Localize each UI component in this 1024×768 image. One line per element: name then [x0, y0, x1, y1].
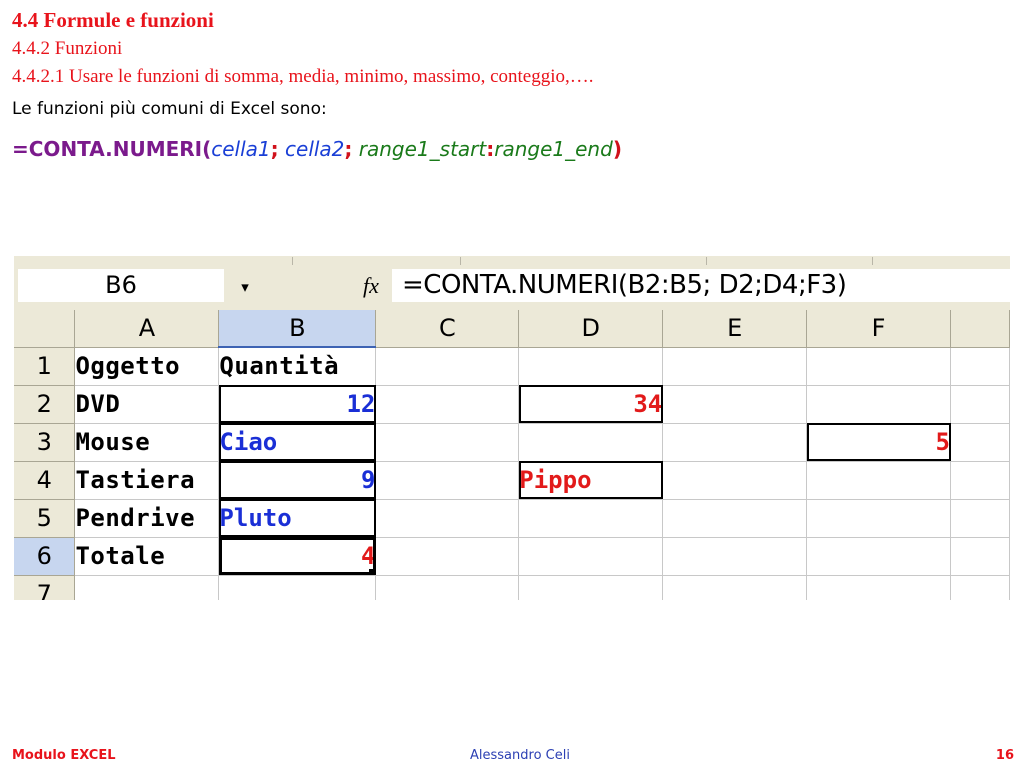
formula-syntax: =CONTA.NUMERI(cella1; cella2; range1_sta…: [12, 137, 622, 161]
cell-e6[interactable]: [662, 537, 808, 576]
cell-c2[interactable]: [375, 385, 520, 424]
cell-g4[interactable]: [950, 461, 1010, 500]
cell-a7[interactable]: [74, 575, 220, 600]
formula-separator: ;: [270, 137, 279, 161]
row-header-1[interactable]: 1: [14, 347, 76, 386]
cell-c4[interactable]: [375, 461, 520, 500]
toolbar-divider: [292, 257, 293, 265]
name-box[interactable]: B6: [18, 269, 224, 302]
cell-g2[interactable]: [950, 385, 1010, 424]
column-header-a[interactable]: A: [74, 310, 220, 348]
cell-f7[interactable]: [806, 575, 951, 600]
formula-input[interactable]: =CONTA.NUMERI(B2:B5; D2;D4;F3): [392, 269, 1010, 302]
row-header-5[interactable]: 5: [14, 499, 76, 538]
formula-arg-cella2: cella2: [285, 137, 345, 161]
cell-b6-value: 4: [360, 542, 376, 570]
cell-f1[interactable]: [806, 347, 951, 386]
cell-d7[interactable]: [518, 575, 664, 600]
cell-b1[interactable]: Quantità: [218, 347, 377, 386]
cell-c5[interactable]: [375, 499, 520, 538]
select-all-corner[interactable]: [14, 310, 76, 348]
row-header-3[interactable]: 3: [14, 423, 76, 462]
slide-heading-3: 4.4.2.1 Usare le funzioni di somma, medi…: [12, 66, 594, 87]
cell-g6[interactable]: [950, 537, 1010, 576]
cell-e4[interactable]: [662, 461, 808, 500]
cell-b5[interactable]: Pluto: [218, 499, 377, 538]
row-header-4[interactable]: 4: [14, 461, 76, 500]
cell-b4[interactable]: 9: [218, 461, 377, 500]
name-box-dropdown-icon[interactable]: ▾: [232, 276, 258, 298]
cell-c1[interactable]: [375, 347, 520, 386]
toolbar-divider: [872, 257, 873, 265]
column-header-f[interactable]: F: [806, 310, 951, 348]
excel-screenshot: B6 ▾ fx =CONTA.NUMERI(B2:B5; D2;D4;F3) A…: [14, 256, 1010, 600]
cell-g5[interactable]: [950, 499, 1010, 538]
cell-c6[interactable]: [375, 537, 520, 576]
intro-text: Le funzioni più comuni di Excel sono:: [12, 99, 327, 119]
cell-b7[interactable]: [218, 575, 377, 600]
slide-heading-1: 4.4 Formule e funzioni: [12, 8, 214, 32]
cell-e3[interactable]: [662, 423, 808, 462]
cell-d4[interactable]: Pippo: [518, 461, 664, 500]
column-header-c[interactable]: C: [375, 310, 520, 348]
footer-author: Alessandro Celi: [470, 748, 570, 763]
cell-b3[interactable]: Ciao: [218, 423, 377, 462]
cell-b6-active[interactable]: 4: [218, 537, 377, 576]
slide-heading-2: 4.4.2 Funzioni: [12, 38, 123, 59]
spreadsheet-grid: A B C D E F 1 Oggetto Quantità 2 DVD 12 …: [14, 310, 1010, 600]
cell-e7[interactable]: [662, 575, 808, 600]
column-header-d[interactable]: D: [518, 310, 664, 348]
footer-module-label: Modulo EXCEL: [12, 748, 116, 763]
formula-arg-cella1: cella1: [211, 137, 271, 161]
insert-function-icon[interactable]: fx: [354, 269, 388, 302]
row-header-2[interactable]: 2: [14, 385, 76, 424]
cell-a6[interactable]: Totale: [74, 537, 220, 576]
cell-a1[interactable]: Oggetto: [74, 347, 220, 386]
cell-d6[interactable]: [518, 537, 664, 576]
cell-g3[interactable]: [950, 423, 1010, 462]
cell-f2[interactable]: [806, 385, 951, 424]
toolbar-divider: [706, 257, 707, 265]
cell-e5[interactable]: [662, 499, 808, 538]
column-header-overflow: [950, 310, 1010, 348]
cell-b2[interactable]: 12: [218, 385, 377, 424]
cell-a3[interactable]: Mouse: [74, 423, 220, 462]
cell-g7[interactable]: [950, 575, 1010, 600]
cell-a5[interactable]: Pendrive: [74, 499, 220, 538]
toolbar-divider: [460, 257, 461, 265]
fill-handle[interactable]: [369, 568, 375, 574]
toolbar-strip: [14, 256, 1010, 266]
cell-a4[interactable]: Tastiera: [74, 461, 220, 500]
cell-f5[interactable]: [806, 499, 951, 538]
row-header-6[interactable]: 6: [14, 537, 76, 576]
cell-f3[interactable]: 5: [806, 423, 951, 462]
column-header-b[interactable]: B: [218, 310, 377, 348]
formula-bar: B6 ▾ fx =CONTA.NUMERI(B2:B5; D2;D4;F3): [14, 268, 1010, 304]
cell-d5[interactable]: [518, 499, 664, 538]
cell-f4[interactable]: [806, 461, 951, 500]
cell-d1[interactable]: [518, 347, 664, 386]
cell-e1[interactable]: [662, 347, 808, 386]
formula-arg-range-end: range1_end: [494, 137, 613, 161]
footer-page-number: 16: [995, 748, 1014, 763]
cell-e2[interactable]: [662, 385, 808, 424]
cell-c3[interactable]: [375, 423, 520, 462]
column-header-e[interactable]: E: [662, 310, 808, 348]
cell-d3[interactable]: [518, 423, 664, 462]
formula-function-name: =CONTA.NUMERI(: [12, 137, 212, 161]
formula-separator: ;: [344, 137, 353, 161]
cell-d2[interactable]: 34: [518, 385, 664, 424]
formula-close-paren: ): [612, 137, 622, 161]
row-header-7[interactable]: 7: [14, 575, 76, 600]
cell-f6[interactable]: [806, 537, 951, 576]
formula-arg-range-start: range1_start: [358, 137, 487, 161]
cell-g1[interactable]: [950, 347, 1010, 386]
cell-a2[interactable]: DVD: [74, 385, 220, 424]
cell-c7[interactable]: [375, 575, 520, 600]
